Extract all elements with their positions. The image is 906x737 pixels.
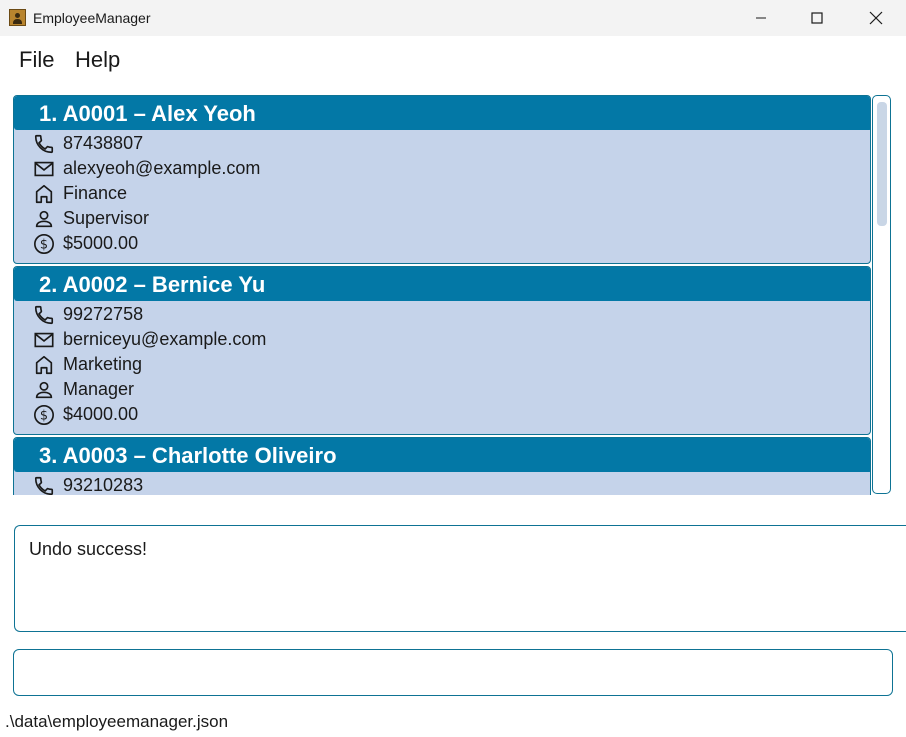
employee-title: 2. A0002 – Bernice Yu: [39, 272, 266, 297]
result-message: Undo success!: [29, 539, 148, 559]
department-field: Finance: [33, 181, 127, 206]
command-input[interactable]: [13, 649, 893, 696]
role-value: Supervisor: [63, 208, 150, 228]
title-bar: EmployeeManager: [0, 0, 906, 36]
building-icon: [35, 184, 53, 203]
scrollbar-thumb[interactable]: [877, 102, 887, 226]
salary-value: $5000.00: [63, 233, 139, 253]
employee-list[interactable]: 1. A0001 – Alex Yeoh 87438807 alexyeoh@e…: [13, 95, 873, 495]
menu-file[interactable]: File: [19, 47, 54, 73]
salary-field: $ $4000.00: [33, 402, 138, 427]
minimize-button[interactable]: [732, 0, 790, 36]
phone-value: 87438807: [63, 133, 144, 153]
menu-bar: File Help: [0, 36, 906, 82]
svg-text:$: $: [40, 408, 48, 423]
mail-icon: [34, 161, 54, 176]
dollar-icon: $: [34, 404, 54, 425]
window-title: EmployeeManager: [33, 10, 151, 26]
result-display: Undo success!: [14, 525, 906, 632]
person-icon: [35, 381, 53, 398]
phone-field: 99272758: [33, 302, 143, 327]
role-field: Manager: [33, 377, 134, 402]
phone-icon: [34, 305, 54, 324]
email-field: alexyeoh@example.com: [33, 156, 260, 181]
department-field: Marketing: [33, 352, 142, 377]
employee-title: 3. A0003 – Charlotte Oliveiro: [39, 443, 337, 468]
email-value: berniceyu@example.com: [63, 329, 267, 349]
dollar-icon: $: [34, 233, 54, 254]
phone-icon: [34, 134, 54, 153]
email-value: alexyeoh@example.com: [63, 158, 261, 178]
department-value: Marketing: [63, 354, 143, 374]
menu-help[interactable]: Help: [75, 47, 120, 73]
status-file-path: .\data\employeemanager.json: [5, 712, 229, 731]
employee-card[interactable]: 2. A0002 – Bernice Yu 99272758 berniceyu…: [13, 266, 871, 435]
role-field: Supervisor: [33, 206, 149, 231]
employee-card-header: 2. A0002 – Bernice Yu: [14, 267, 870, 301]
employee-card-header: 3. A0003 – Charlotte Oliveiro: [14, 438, 870, 472]
svg-text:$: $: [40, 237, 48, 252]
list-scrollbar[interactable]: [872, 95, 891, 494]
salary-value: $4000.00: [63, 404, 139, 424]
building-icon: [35, 355, 53, 374]
phone-field: 93210283: [33, 473, 143, 495]
employee-title: 1. A0001 – Alex Yeoh: [39, 101, 256, 126]
maximize-button[interactable]: [788, 0, 846, 36]
department-value: Finance: [63, 183, 128, 203]
close-button[interactable]: [847, 0, 905, 36]
salary-field: $ $5000.00: [33, 231, 138, 256]
email-field: berniceyu@example.com: [33, 327, 266, 352]
phone-field: 87438807: [33, 131, 143, 156]
employee-card[interactable]: 3. A0003 – Charlotte Oliveiro 93210283: [13, 437, 871, 495]
role-value: Manager: [63, 379, 135, 399]
app-icon: [9, 9, 26, 26]
phone-value: 99272758: [63, 304, 144, 324]
phone-icon: [34, 476, 54, 495]
close-icon: [869, 11, 883, 25]
mail-icon: [34, 332, 54, 347]
phone-value: 93210283: [63, 475, 144, 495]
employee-card[interactable]: 1. A0001 – Alex Yeoh 87438807 alexyeoh@e…: [13, 95, 871, 264]
maximize-icon: [811, 12, 823, 24]
minimize-icon: [756, 17, 766, 19]
person-icon: [35, 210, 53, 227]
employee-card-header: 1. A0001 – Alex Yeoh: [14, 96, 870, 130]
